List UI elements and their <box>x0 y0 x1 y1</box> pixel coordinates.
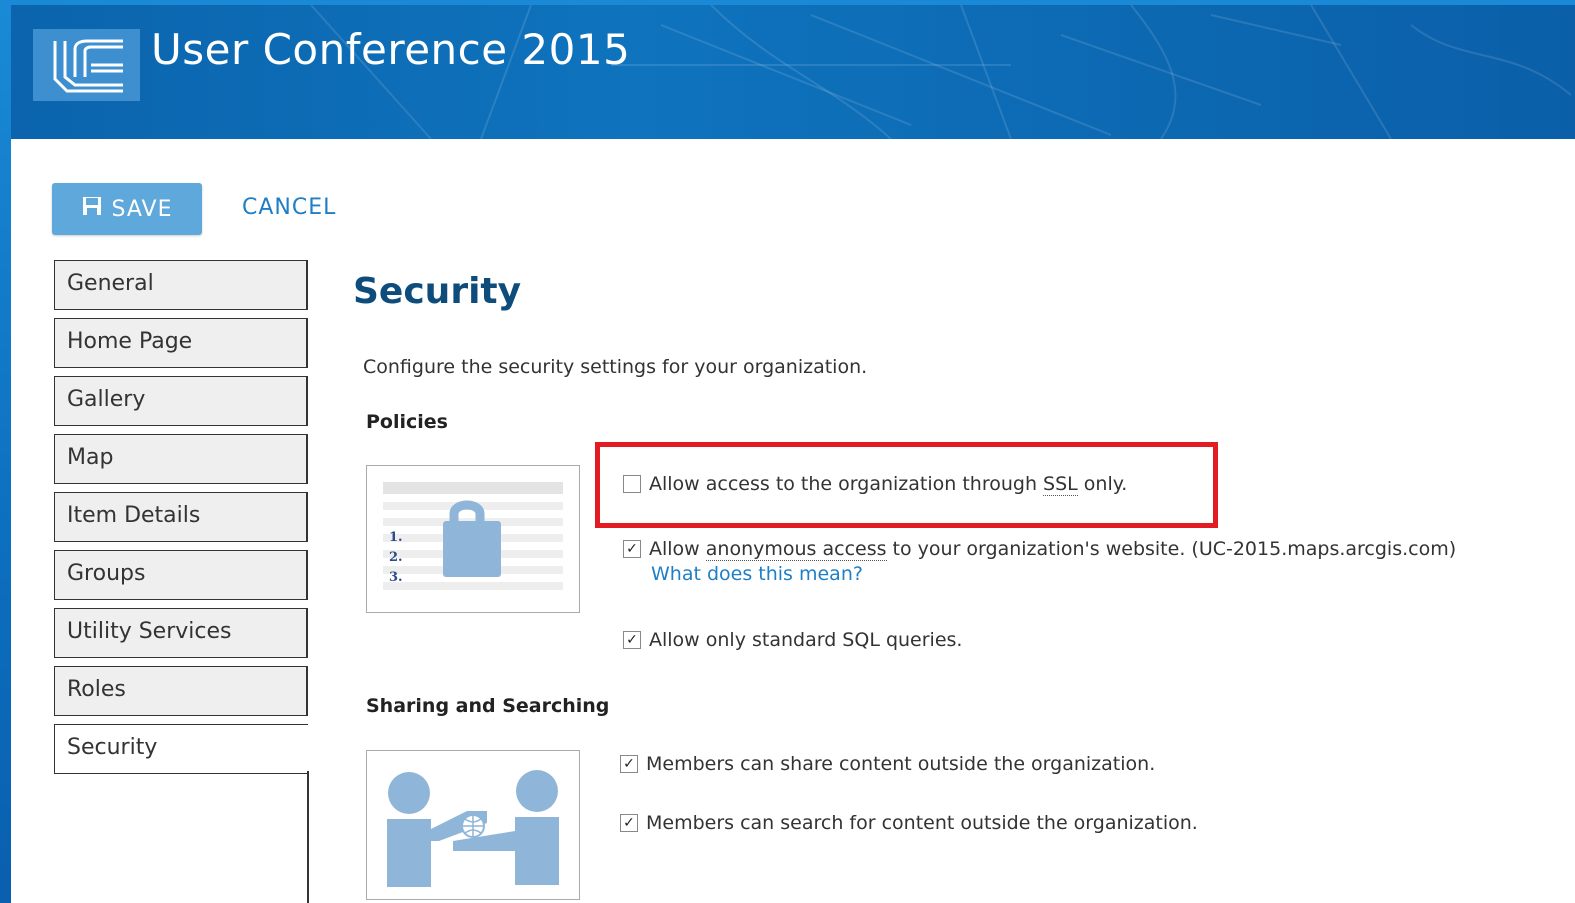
tab-groups[interactable]: Groups <box>54 550 308 600</box>
search-outside-checkbox[interactable]: ✓ <box>620 814 638 832</box>
tab-divider <box>307 771 309 903</box>
anonymous-access-checkbox[interactable]: ✓ <box>623 540 641 558</box>
standard-sql-label: Allow only standard SQL queries. <box>649 629 963 651</box>
page-description: Configure the security settings for your… <box>363 356 868 378</box>
uc-logo-icon <box>33 29 140 101</box>
policy-list-number: 2. <box>389 550 403 565</box>
highlight-box <box>595 442 1218 528</box>
share-outside-option: ✓ Members can share content outside the … <box>620 753 1155 775</box>
search-outside-label: Members can search for content outside t… <box>646 812 1198 834</box>
policy-list-number: 1. <box>389 530 403 545</box>
cancel-button[interactable]: CANCEL <box>242 195 336 220</box>
standard-sql-checkbox[interactable]: ✓ <box>623 631 641 649</box>
tab-gallery[interactable]: Gallery <box>54 376 308 426</box>
app-header: User Conference 2015 <box>11 5 1575 139</box>
share-outside-label: Members can share content outside the or… <box>646 753 1156 775</box>
share-outside-checkbox[interactable]: ✓ <box>620 755 638 773</box>
policy-list-number: 3. <box>389 570 403 585</box>
tab-item-details[interactable]: Item Details <box>54 492 308 542</box>
what-does-this-mean-link[interactable]: What does this mean? <box>651 563 863 585</box>
settings-tabs: General Home Page Gallery Map Item Detai… <box>54 260 308 782</box>
policies-heading: Policies <box>366 411 448 433</box>
tab-home-page[interactable]: Home Page <box>54 318 308 368</box>
save-button[interactable]: SAVE <box>52 183 202 235</box>
floppy-disk-icon <box>82 196 102 222</box>
standard-sql-option: ✓ Allow only standard SQL queries. <box>623 629 962 651</box>
anonymous-access-option: ✓ Allow anonymous access to your organiz… <box>623 538 1457 561</box>
tab-security[interactable]: Security <box>54 724 308 774</box>
search-outside-option: ✓ Members can search for content outside… <box>620 812 1198 834</box>
save-button-label: SAVE <box>111 196 173 222</box>
anonymous-access-label: Allow anonymous access to your organizat… <box>649 538 1457 561</box>
slide: User Conference 2015 SAVE CANCEL General… <box>11 5 1575 903</box>
app-title: User Conference 2015 <box>151 25 631 74</box>
tab-map[interactable]: Map <box>54 434 308 484</box>
tab-general[interactable]: General <box>54 260 308 310</box>
people-sharing-icon <box>366 750 580 900</box>
tab-utility-services[interactable]: Utility Services <box>54 608 308 658</box>
lock-document-icon: 1. 2. 3. <box>366 465 580 613</box>
sharing-heading: Sharing and Searching <box>366 695 610 717</box>
page-title: Security <box>353 271 522 312</box>
tab-roles[interactable]: Roles <box>54 666 308 716</box>
